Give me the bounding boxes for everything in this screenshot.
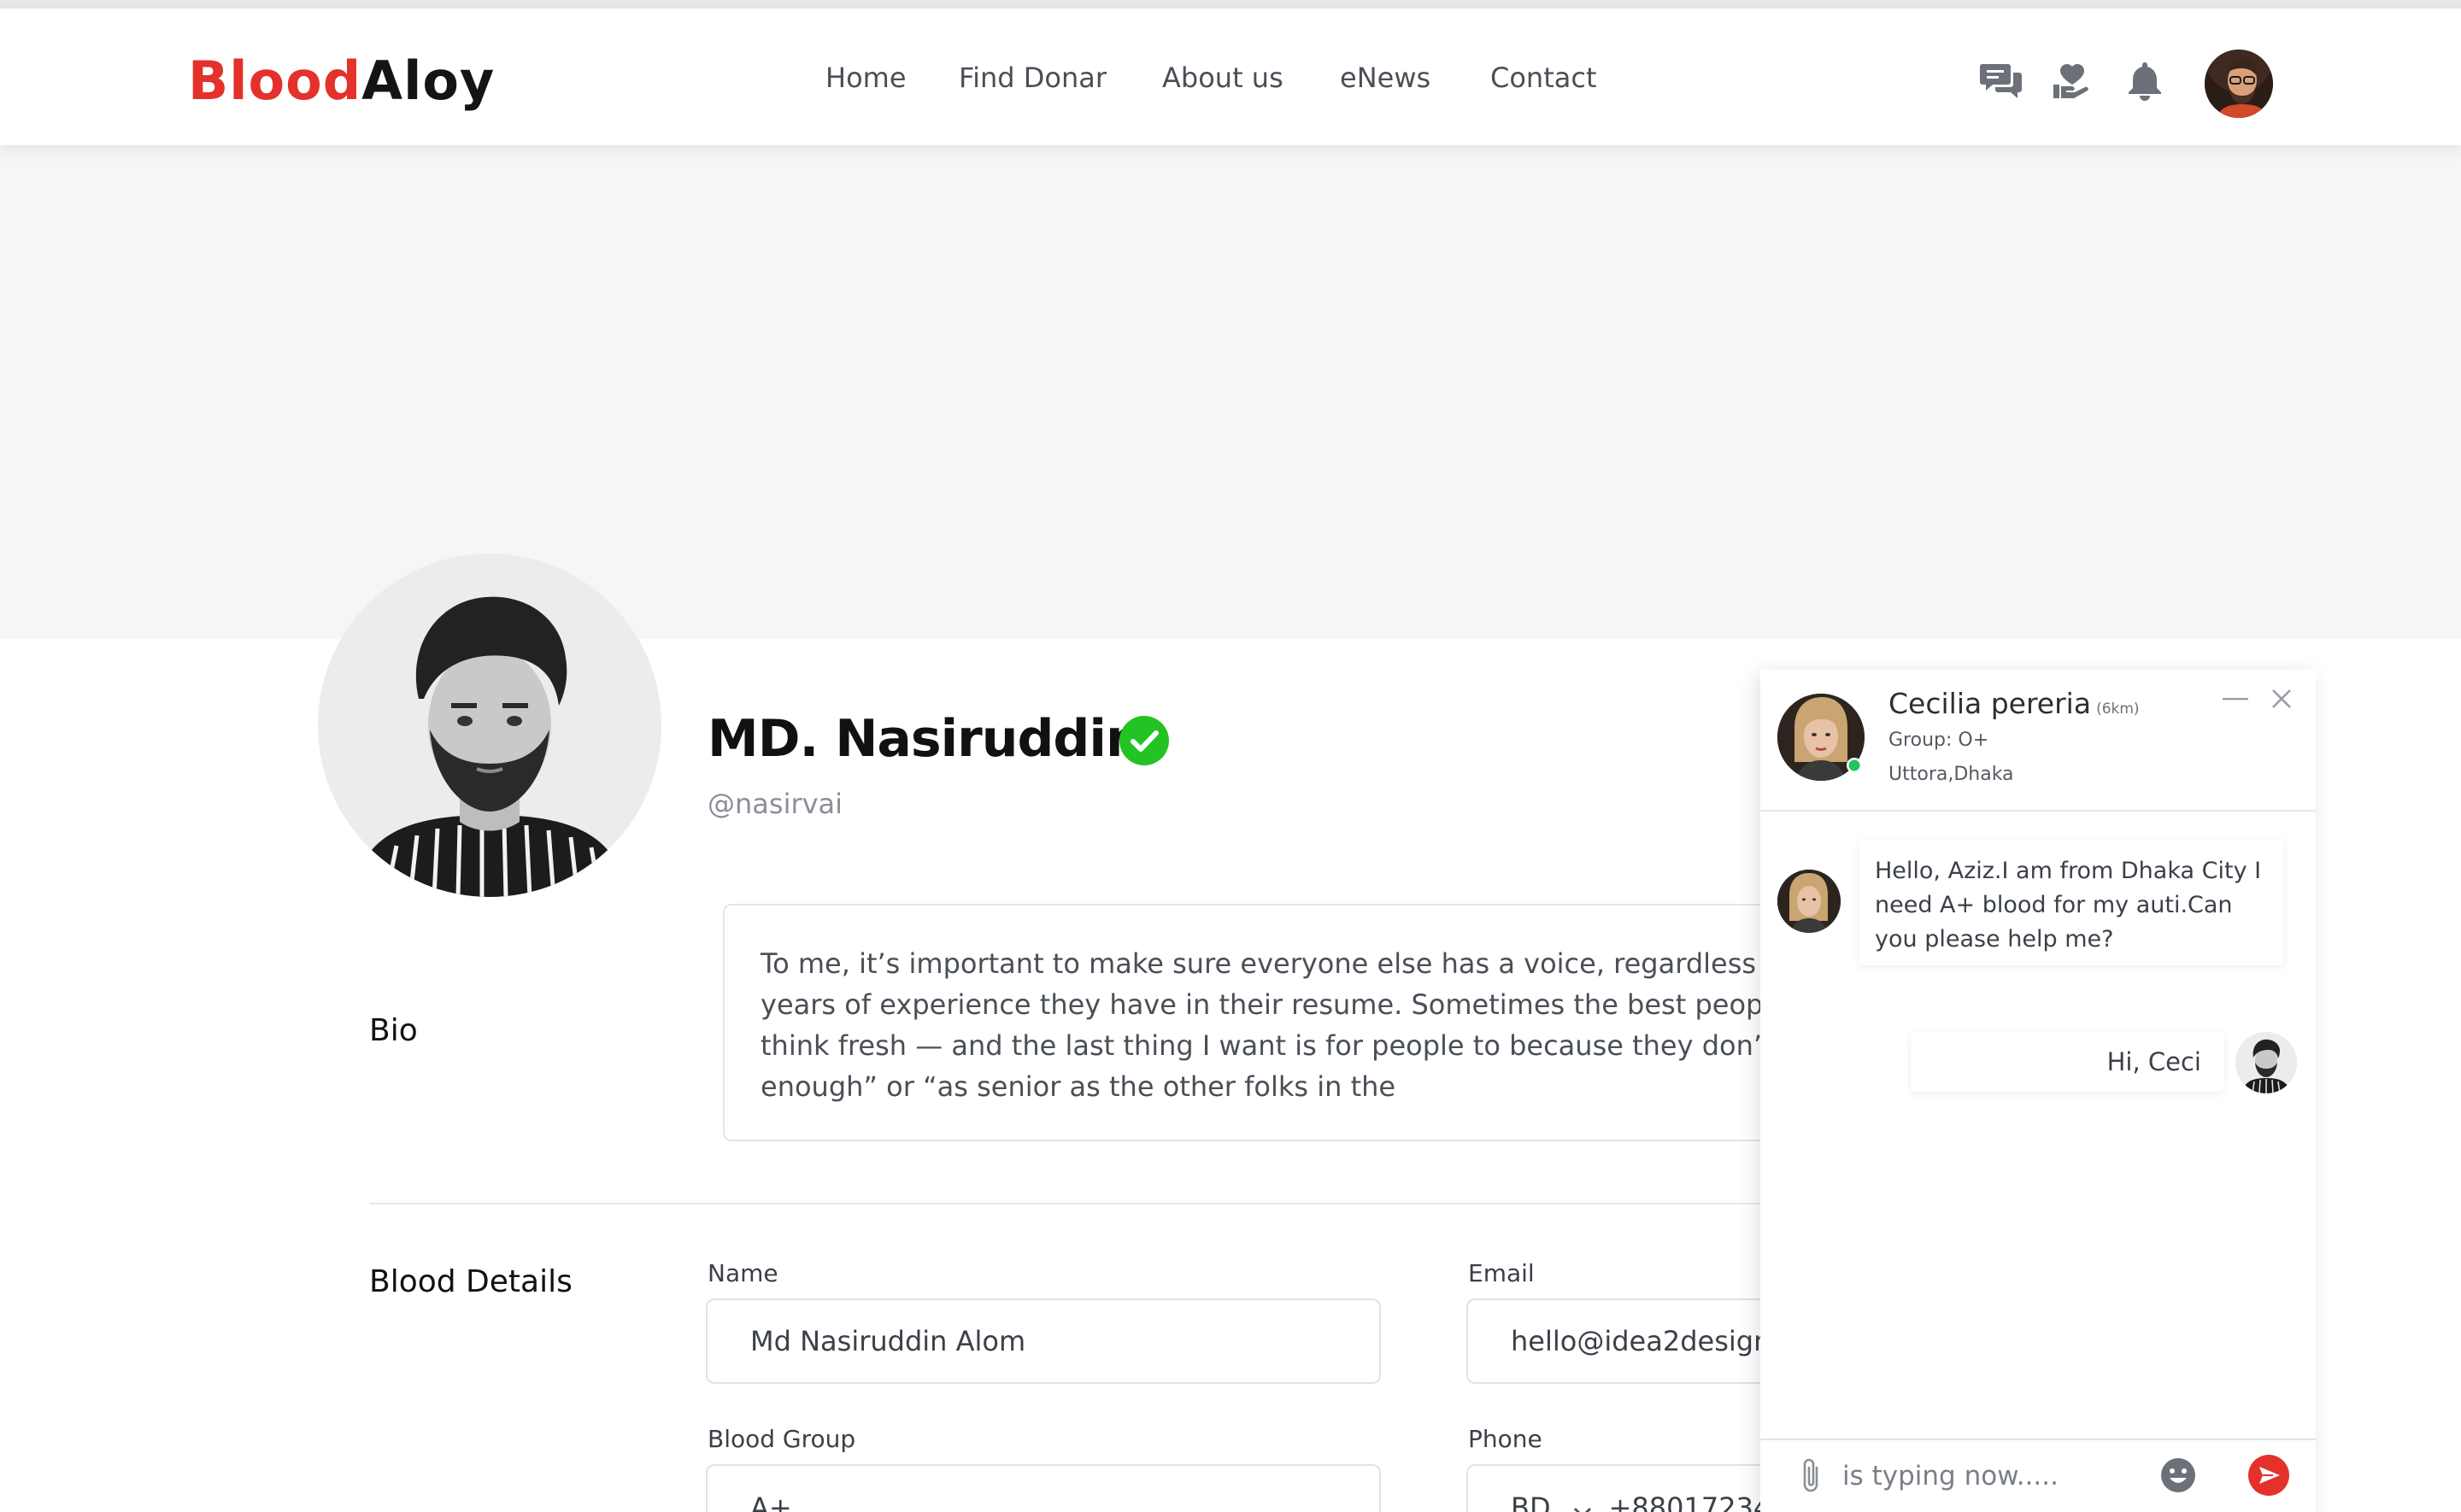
- logo-part-aloy: Aloy: [361, 50, 496, 112]
- chat-contact-distance: (6km): [2096, 700, 2140, 718]
- incoming-message-avatar: [1777, 870, 1841, 933]
- phone-label: Phone: [1468, 1425, 1542, 1453]
- phone-field[interactable]: BD +88017234: [1466, 1464, 1808, 1512]
- nav-find-donar[interactable]: Find Donar: [959, 62, 1107, 94]
- chat-contact-location: Uttora,Dhaka: [1888, 764, 2014, 785]
- donate-hand-heart-icon[interactable]: [2047, 55, 2099, 106]
- chat-message-input[interactable]: [1842, 1456, 2167, 1497]
- chat-bubbles-icon[interactable]: [1976, 55, 2027, 106]
- chat-contact-name-row: Cecilia pereria (6km): [1888, 687, 2140, 720]
- nav-home[interactable]: Home: [825, 62, 907, 94]
- incoming-message: Hello, Aziz.I am from Dhaka City I need …: [1859, 839, 2283, 965]
- online-status-dot: [1847, 758, 1862, 773]
- name-label: Name: [708, 1259, 778, 1287]
- profile-handle: @nasirvai: [708, 788, 843, 820]
- profile-name: MD. Nasiruddin: [708, 709, 1142, 769]
- chat-header: Cecilia pereria (6km) Group: O+ Uttora,Dh…: [1760, 670, 2316, 812]
- nav-enews[interactable]: eNews: [1340, 62, 1430, 94]
- bio-text: To me, it’s important to make sure every…: [761, 947, 1832, 1103]
- chat-window: Cecilia pereria (6km) Group: O+ Uttora,Dh…: [1760, 670, 2316, 1512]
- email-field[interactable]: hello@idea2design.: [1466, 1298, 1808, 1384]
- emoji-icon[interactable]: [2157, 1454, 2200, 1497]
- top-navbar: BloodAloy Home Find Donar About us eNews…: [0, 9, 2461, 145]
- bio-textbox[interactable]: To me, it’s important to make sure every…: [723, 904, 1834, 1141]
- brand-logo[interactable]: BloodAloy: [188, 50, 495, 112]
- blood-group-value: A+: [750, 1491, 792, 1512]
- user-avatar[interactable]: [2205, 50, 2273, 118]
- outgoing-message: Hi, Ceci: [1911, 1032, 2223, 1092]
- email-label: Email: [1468, 1259, 1535, 1287]
- profile-avatar: [318, 554, 661, 897]
- blood-details-label: Blood Details: [369, 1264, 573, 1299]
- bell-icon[interactable]: [2119, 55, 2170, 106]
- chat-contact-name: Cecilia pereria: [1888, 687, 2092, 720]
- verified-check-icon: [1119, 716, 1169, 765]
- top-strip: [0, 0, 2461, 9]
- phone-country-code[interactable]: BD: [1511, 1491, 1551, 1512]
- section-divider: [369, 1203, 1856, 1204]
- chevron-down-icon[interactable]: [1571, 1495, 1594, 1512]
- close-icon[interactable]: [2264, 682, 2299, 716]
- chat-contact-group: Group: O+: [1888, 730, 1989, 751]
- email-value: hello@idea2design.: [1511, 1325, 1780, 1357]
- minimize-icon[interactable]: [2218, 682, 2252, 716]
- cover-banner: [0, 145, 2461, 639]
- paperclip-icon[interactable]: [1789, 1454, 1832, 1497]
- nav-about-us[interactable]: About us: [1162, 62, 1283, 94]
- outgoing-message-text: Hi, Ceci: [2106, 1047, 2201, 1076]
- chat-composer: [1760, 1439, 2316, 1512]
- logo-part-blood: Blood: [188, 50, 362, 112]
- name-field[interactable]: Md Nasiruddin Alom: [706, 1298, 1381, 1384]
- name-value: Md Nasiruddin Alom: [750, 1325, 1026, 1357]
- blood-group-select[interactable]: A+: [706, 1464, 1381, 1512]
- send-icon[interactable]: [2247, 1454, 2290, 1497]
- bio-label: Bio: [369, 1013, 418, 1048]
- outgoing-message-avatar: [2235, 1032, 2297, 1093]
- phone-value: +88017234: [1608, 1491, 1771, 1512]
- blood-group-label: Blood Group: [708, 1425, 856, 1453]
- nav-contact[interactable]: Contact: [1490, 62, 1597, 94]
